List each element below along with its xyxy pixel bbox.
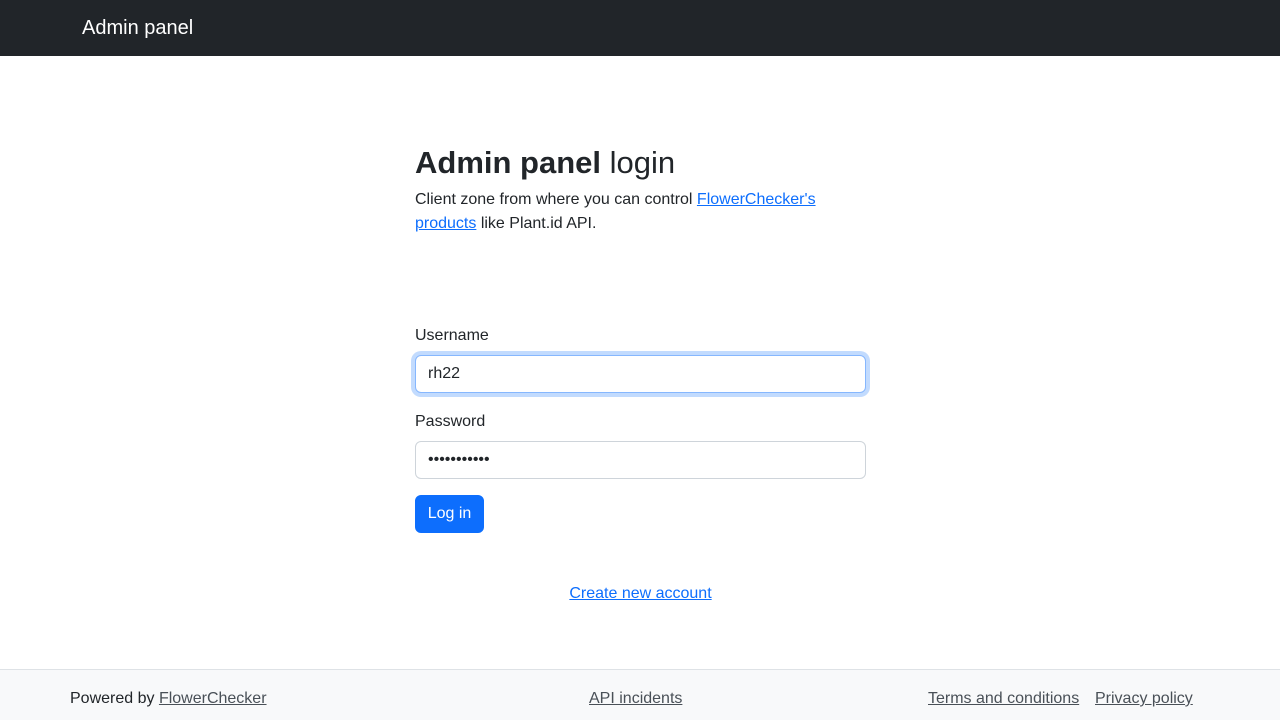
description-prefix: Client zone from where you can control: [415, 191, 697, 208]
password-label: Password: [415, 413, 486, 430]
navbar-brand-link[interactable]: Admin panel: [82, 16, 193, 40]
powered-by-prefix: Powered by: [70, 690, 159, 707]
description-suffix: like Plant.id API.: [476, 215, 597, 232]
create-account-row: Create new account: [415, 584, 866, 604]
top-navbar: Admin panel: [0, 0, 1280, 56]
page-title-bold: Admin panel: [415, 145, 602, 180]
username-input[interactable]: [415, 355, 866, 393]
page-title-rest: login: [601, 145, 676, 180]
username-label: Username: [415, 327, 489, 344]
powered-by-text: Powered by FlowerChecker: [70, 689, 267, 709]
login-button[interactable]: Log in: [415, 495, 484, 533]
page-title: Admin panel login: [415, 144, 675, 182]
api-incidents-link[interactable]: API incidents: [589, 689, 682, 709]
create-account-link[interactable]: Create new account: [569, 585, 711, 602]
privacy-link[interactable]: Privacy policy: [1095, 689, 1193, 709]
page-footer: Powered by FlowerChecker API incidents T…: [0, 669, 1280, 720]
terms-link[interactable]: Terms and conditions: [928, 689, 1079, 709]
page-description: Client zone from where you can control F…: [415, 188, 825, 236]
flowerchecker-footer-link[interactable]: FlowerChecker: [159, 690, 267, 707]
password-input[interactable]: [415, 441, 866, 479]
